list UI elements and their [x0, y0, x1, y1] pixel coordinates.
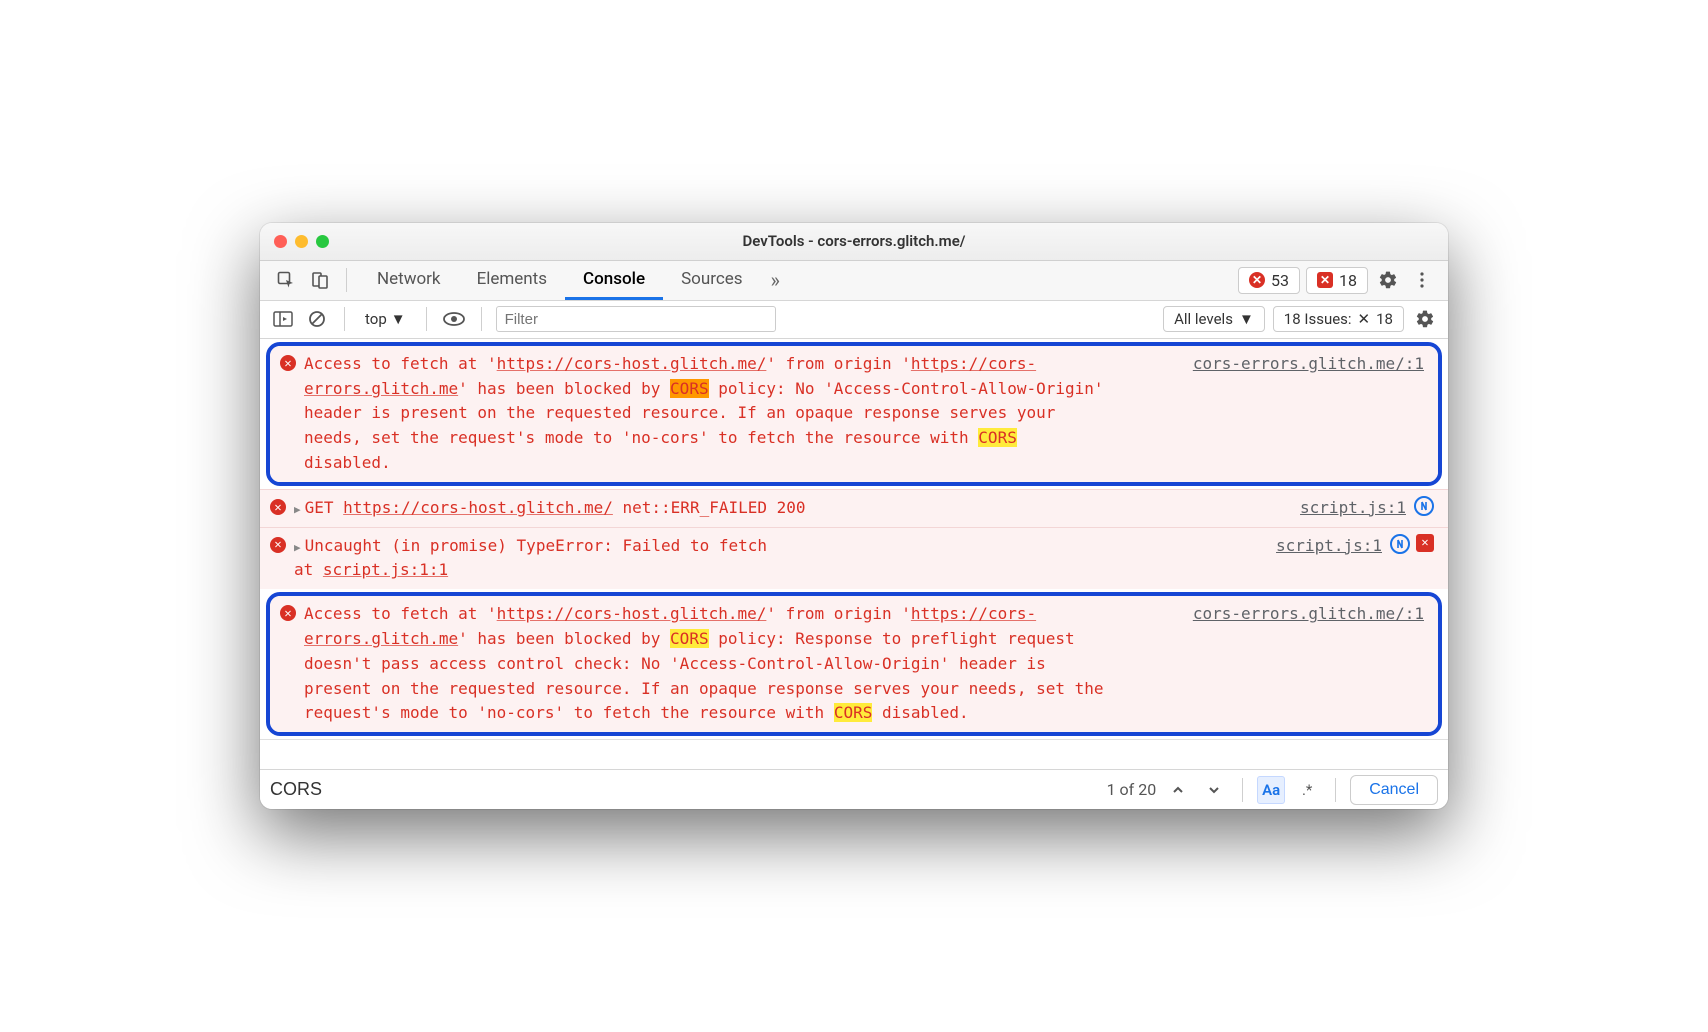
context-selector[interactable]: top ▼ [359, 308, 412, 330]
highlighted-message: ✕ Access to fetch at 'https://cors-host.g… [266, 592, 1442, 736]
find-count: 1 of 20 [1107, 780, 1157, 799]
chevron-down-icon: ▼ [391, 310, 406, 328]
clear-console-icon[interactable] [304, 306, 330, 332]
console-message[interactable]: ✕ GET https://cors-host.glitch.me/ net::E… [260, 489, 1448, 527]
separator [1335, 778, 1336, 802]
devtools-window: DevTools - cors-errors.glitch.me/ Networ… [260, 223, 1448, 809]
window-title: DevTools - cors-errors.glitch.me/ [260, 232, 1448, 250]
tab-elements[interactable]: Elements [459, 261, 565, 300]
panel-tabs: Network Elements Console Sources » [359, 261, 790, 300]
context-label: top [365, 310, 387, 328]
message-source-link[interactable]: cors-errors.glitch.me/:1 [1173, 352, 1424, 476]
maximize-window-button[interactable] [316, 235, 329, 248]
device-toolbar-icon[interactable] [306, 266, 334, 294]
match-case-toggle[interactable]: Aa [1257, 776, 1285, 804]
console-settings-icon[interactable] [1412, 306, 1438, 332]
message-source-link[interactable]: script.js:1 [1256, 534, 1382, 584]
find-bar: 1 of 20 Aa .* Cancel [260, 769, 1448, 809]
navigate-icon[interactable] [1390, 534, 1410, 554]
separator [481, 307, 482, 331]
error-icon: ✕ [280, 605, 296, 621]
more-tabs-button[interactable]: » [761, 261, 790, 300]
separator [346, 268, 347, 292]
issue-icon: ✕ [1317, 272, 1333, 288]
find-input[interactable] [270, 779, 1099, 800]
minimize-window-button[interactable] [295, 235, 308, 248]
window-controls [274, 235, 329, 248]
tab-console[interactable]: Console [565, 261, 663, 300]
highlighted-message: ✕ Access to fetch at 'https://cors-host.g… [266, 342, 1442, 486]
issue-icon: ✕ [1358, 310, 1371, 328]
error-icon: ✕ [280, 355, 296, 371]
live-expression-icon[interactable] [441, 306, 467, 332]
tab-network[interactable]: Network [359, 261, 459, 300]
kebab-menu-icon[interactable] [1408, 266, 1436, 294]
toggle-sidebar-icon[interactable] [270, 306, 296, 332]
message-source-link[interactable]: script.js:1 [1280, 496, 1406, 521]
log-levels-selector[interactable]: All levels ▼ [1163, 306, 1265, 332]
console-messages: ✕ Access to fetch at 'https://cors-host.g… [260, 339, 1448, 739]
issues-count: 18 [1376, 310, 1393, 328]
errors-badge[interactable]: ✕ 53 [1238, 267, 1300, 294]
issues-badge[interactable]: ✕ 18 [1306, 267, 1368, 294]
console-toolbar: top ▼ All levels ▼ 18 Issues: ✕ 18 [260, 301, 1448, 339]
message-text: Uncaught (in promise) TypeError: Failed … [294, 534, 1094, 584]
tab-sources[interactable]: Sources [663, 261, 760, 300]
message-source-icons: ✕ [1390, 534, 1434, 584]
close-window-button[interactable] [274, 235, 287, 248]
find-next-button[interactable] [1200, 776, 1228, 804]
find-cancel-button[interactable]: Cancel [1350, 775, 1438, 805]
error-icon: ✕ [1249, 272, 1265, 288]
settings-icon[interactable] [1374, 266, 1402, 294]
separator [1242, 778, 1243, 802]
console-message[interactable]: ✕ Access to fetch at 'https://cors-host.g… [270, 596, 1438, 732]
message-text: Access to fetch at 'https://cors-host.gl… [304, 602, 1104, 726]
titlebar: DevTools - cors-errors.glitch.me/ [260, 223, 1448, 261]
levels-label: All levels [1174, 310, 1233, 328]
issues-label: 18 Issues: [1284, 310, 1352, 328]
issues-count: 18 [1339, 271, 1357, 290]
console-prompt-area[interactable] [260, 739, 1448, 769]
console-message[interactable]: ✕ Access to fetch at 'https://cors-host.g… [270, 346, 1438, 482]
console-filter-input[interactable] [496, 306, 776, 332]
errors-count: 53 [1271, 271, 1289, 290]
message-source-icons [1414, 496, 1434, 521]
message-text: Access to fetch at 'https://cors-host.gl… [304, 352, 1104, 476]
regex-toggle[interactable]: .* [1293, 776, 1321, 804]
error-icon: ✕ [270, 537, 286, 553]
console-message[interactable]: ✕ Uncaught (in promise) TypeError: Failed… [260, 527, 1448, 590]
message-source-link[interactable]: cors-errors.glitch.me/:1 [1173, 602, 1424, 726]
find-prev-button[interactable] [1164, 776, 1192, 804]
navigate-icon[interactable] [1414, 496, 1434, 516]
separator [426, 307, 427, 331]
chevron-down-icon: ▼ [1239, 310, 1254, 328]
console-issues-button[interactable]: 18 Issues: ✕ 18 [1273, 306, 1404, 332]
issue-badge-icon[interactable]: ✕ [1416, 534, 1434, 552]
panel-tabstrip: Network Elements Console Sources » ✕ 53 … [260, 261, 1448, 301]
inspect-element-icon[interactable] [272, 266, 300, 294]
error-icon: ✕ [270, 499, 286, 515]
message-text: GET https://cors-host.glitch.me/ net::ER… [294, 496, 1094, 521]
separator [344, 307, 345, 331]
